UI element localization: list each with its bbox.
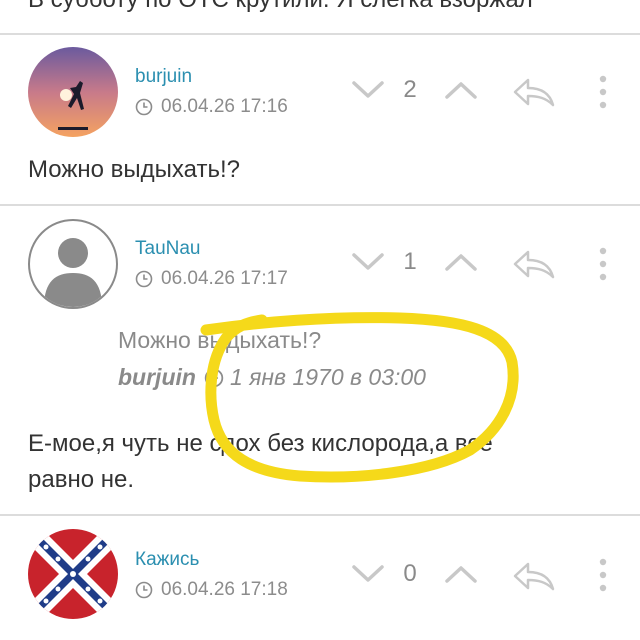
clock-icon [135,581,153,599]
reply-button[interactable] [512,248,556,285]
comment-text: Можно выдыхать!? [28,156,240,183]
vote-up-button[interactable] [445,252,477,277]
username[interactable]: burjuin [135,66,192,88]
reply-icon [513,78,555,107]
more-vertical-icon [599,75,607,109]
clock-icon [204,368,224,387]
vote-down-button[interactable] [352,80,384,105]
divider [0,514,640,516]
vote-down-button[interactable] [352,252,384,277]
clock-icon [135,270,153,288]
vote-score: 1 [403,248,417,275]
username[interactable]: TauNau [135,238,201,260]
divider [0,204,640,206]
clock-icon [135,98,153,116]
vote-up-button[interactable] [445,564,477,589]
timestamp: 06.04.26 17:17 [135,268,288,290]
vote-down-button[interactable] [352,564,384,589]
username[interactable]: Кажись [135,549,199,571]
avatar[interactable] [28,529,118,619]
chevron-up-icon [445,254,477,271]
quote-date: 1 янв 1970 в 03:00 [229,364,426,390]
reply-icon [513,250,555,279]
chevron-down-icon [352,253,384,270]
comment-date: 06.04.26 17:17 [161,268,288,289]
more-vertical-icon [599,247,607,281]
quote-text: Можно выдыхать!? [118,327,322,353]
comment-date: 06.04.26 17:18 [161,579,288,600]
reply-icon [513,562,555,591]
divider [0,33,640,35]
timestamp: 06.04.26 17:16 [135,96,288,118]
chevron-up-icon [445,566,477,583]
timestamp: 06.04.26 17:18 [135,579,288,601]
avatar[interactable] [28,47,118,137]
more-menu-button[interactable] [598,247,608,286]
reply-button[interactable] [512,560,556,597]
quote-author[interactable]: burjuin [118,364,196,391]
previous-comment-text: В субботу по ОТС крутили. Я слегка взорж… [28,0,533,14]
more-menu-button[interactable] [598,558,608,597]
comment-text-line-1: Е-мое,я чуть не сдох без кислорода,а все [28,430,493,457]
chevron-up-icon [445,82,477,99]
more-vertical-icon [599,558,607,592]
reply-button[interactable] [512,76,556,113]
comment-text-line-2: равно не. [28,466,134,493]
vote-score: 0 [403,560,417,587]
vote-score: 2 [403,76,417,103]
chevron-down-icon [352,565,384,582]
quote-meta: burjuin 1 янв 1970 в 03:00 [118,364,426,391]
vote-up-button[interactable] [445,80,477,105]
chevron-down-icon [352,81,384,98]
more-menu-button[interactable] [598,75,608,114]
comment-date: 06.04.26 17:16 [161,96,288,117]
avatar[interactable] [28,219,118,309]
